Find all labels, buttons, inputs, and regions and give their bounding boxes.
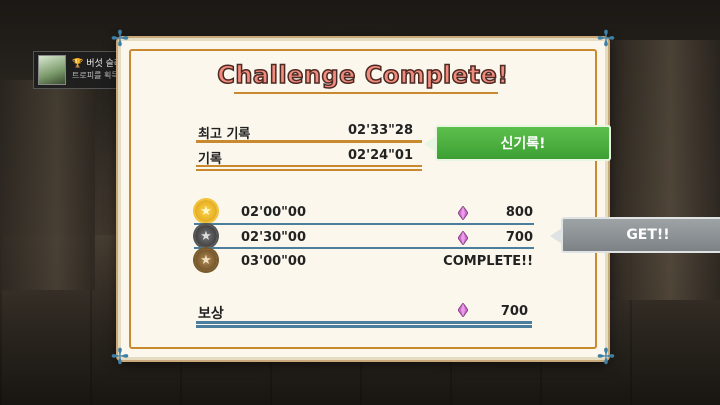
tier-reward: 700 [505,230,533,245]
corner-ornament-icon: ✢ [110,345,130,370]
gem-icon [458,303,468,317]
background-pillar-right [610,40,720,300]
panel-title: Challenge Complete! [216,60,509,90]
background-pillar-left [0,80,95,290]
gem-icon [458,206,468,220]
tier-complete-status: COMPLETE!! [443,254,533,269]
tier-time: 02'00"00 [241,205,307,220]
gem-icon [458,231,468,245]
tier-time: 02'30"00 [241,230,307,245]
corner-ornament-icon: ✢ [596,27,616,52]
trophy-cup-icon: 🏆 [72,59,84,69]
tier-reward: 800 [505,205,533,220]
tier-time: 03'00"00 [241,254,307,269]
record-time: 02'24"01 [348,148,414,163]
challenge-result-panel: ✢ ✢ ✢ ✢ Challenge Complete! 최고 기록 02'33"… [111,29,615,369]
trophy-thumbnail [38,55,66,85]
corner-ornament-icon: ✢ [596,345,616,370]
get-callout: GET!! [550,217,720,253]
best-record-time: 02'33"28 [348,123,414,138]
reward-row: 보상 700 [198,301,528,323]
reward-label: 보상 [198,306,224,322]
tier-row-bronze: ★ 03'00"00 COMPLETE!! [195,249,533,273]
record-row: 기록 02'24"01 [198,146,420,167]
corner-ornament-icon: ✢ [110,27,130,52]
best-record-row: 최고 기록 02'33"28 [198,121,420,142]
gold-star-medal-icon: ★ [195,200,217,222]
tier-row-silver: ★ 02'30"00 700 [195,225,533,249]
title-underline [234,92,498,94]
tier-row-gold: ★ 02'00"00 800 [195,200,533,224]
best-record-divider [196,140,422,143]
reward-divider [196,321,532,324]
record-divider [196,165,422,167]
bronze-star-medal-icon: ★ [195,249,217,271]
new-record-callout: 신기록! [424,125,611,161]
tier-divider [194,223,534,225]
tier-divider [194,247,534,249]
reward-value: 700 [500,304,528,319]
silver-star-medal-icon: ★ [195,225,217,247]
